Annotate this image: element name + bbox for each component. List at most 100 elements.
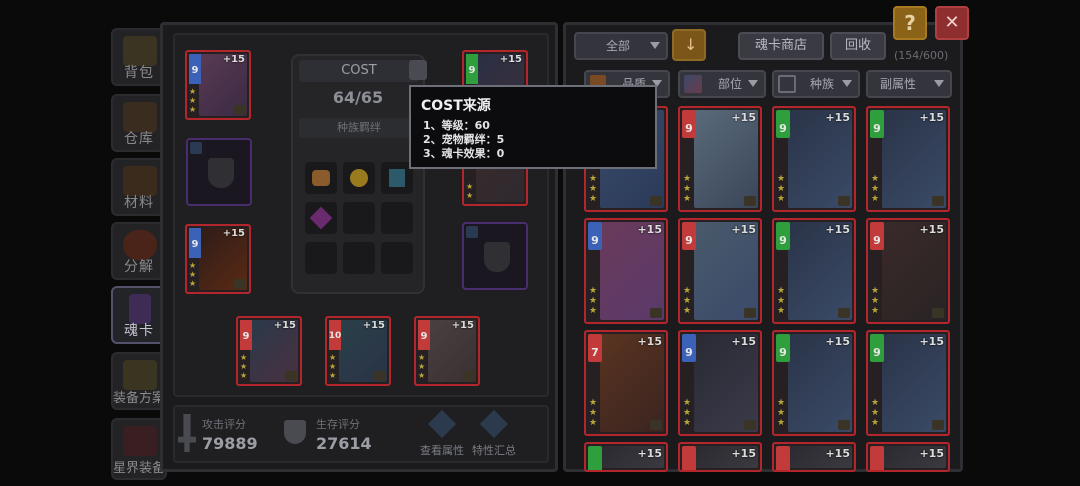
- card-plus: +15: [825, 223, 850, 236]
- tooltip-title: COST来源: [421, 98, 491, 114]
- slot-icon: [684, 75, 702, 93]
- card-stars: ★★★: [871, 174, 880, 204]
- equipped-card[interactable]: 9 +15 ★★★: [414, 316, 480, 386]
- card-plus: +15: [919, 223, 944, 236]
- bond-icon[interactable]: [343, 162, 375, 194]
- sidebar-item-label: 星界装备: [113, 461, 166, 476]
- soul-card-item[interactable]: 9 +15 ★ ★ ★: [772, 106, 856, 212]
- sidebar-item-equipment-plan[interactable]: 装备方案: [111, 352, 167, 410]
- shield-icon: [484, 242, 510, 272]
- trait-summary-label: 特性汇总: [472, 444, 516, 457]
- sort-button[interactable]: ↓: [672, 29, 706, 61]
- soul-card-item[interactable]: 9 +15 ★ ★ ★: [678, 218, 762, 324]
- card-plus: +15: [731, 447, 756, 460]
- bond-icon[interactable]: [305, 162, 337, 194]
- race-filter-dropdown[interactable]: 种族: [772, 70, 860, 98]
- soul-card-item[interactable]: 9 +15 ★ ★ ★: [584, 218, 668, 324]
- card-plus: +15: [919, 447, 944, 460]
- card-level: 9: [779, 122, 787, 135]
- soul-card-item[interactable]: +15: [678, 442, 762, 472]
- card-count: (154/600): [894, 49, 949, 62]
- diamond-icon: [427, 409, 457, 439]
- sidebar-item-warehouse[interactable]: 仓库: [111, 94, 167, 152]
- help-button[interactable]: ?: [893, 6, 927, 40]
- soul-card-item[interactable]: 7 +15 ★ ★ ★: [584, 330, 668, 436]
- soul-card-item[interactable]: +15: [772, 442, 856, 472]
- lock-icon: [838, 420, 850, 430]
- soul-card-item[interactable]: +15: [584, 442, 668, 472]
- soul-card-item[interactable]: 9 +15 ★ ★ ★: [772, 218, 856, 324]
- empty-card-slot[interactable]: [186, 138, 252, 206]
- card-stars: ★★★: [777, 174, 786, 204]
- soul-card-item[interactable]: 9 +15 ★ ★ ★: [866, 106, 950, 212]
- trait-summary-button[interactable]: 特性汇总: [472, 409, 518, 458]
- card-stars: ★★★: [189, 261, 197, 288]
- empty-bond-slot: [381, 242, 413, 274]
- sidebar-item-materials[interactable]: 材料: [111, 158, 167, 216]
- card-plus: +15: [919, 335, 944, 348]
- card-art: [882, 334, 946, 432]
- equipped-card[interactable]: 9 +15 ★★★: [185, 50, 251, 120]
- grid-icon: [778, 75, 796, 93]
- lock-icon: [744, 308, 756, 318]
- soul-card-item[interactable]: 9 +15 ★ ★ ★: [772, 330, 856, 436]
- card-plus: +15: [451, 320, 474, 331]
- lock-icon: [650, 196, 662, 206]
- cost-info-button[interactable]: [409, 60, 427, 80]
- equipped-card[interactable]: 9 +15 ★★★: [236, 316, 302, 386]
- recycle-button[interactable]: 回收: [830, 32, 886, 60]
- sidebar-item-backpack[interactable]: 背包: [111, 28, 167, 86]
- soul-card-item[interactable]: 9 +15 ★ ★ ★: [678, 106, 762, 212]
- empty-card-slot[interactable]: [462, 222, 528, 290]
- card-plus: +15: [731, 335, 756, 348]
- soul-card-shop-button[interactable]: 魂卡商店: [738, 32, 824, 60]
- card-art: [694, 222, 758, 320]
- soul-card-item[interactable]: +15: [866, 442, 950, 472]
- filter-label: 种族: [810, 77, 835, 91]
- card-stars: ★★★: [871, 398, 880, 428]
- equipped-card[interactable]: 10 +15 ★ ★ ★: [325, 316, 391, 386]
- bond-label: 种族羁绊: [299, 118, 419, 138]
- sidebar-item-label: 材料: [124, 195, 154, 211]
- lock-icon: [744, 196, 756, 206]
- view-attributes-button[interactable]: 查看属性: [420, 409, 466, 458]
- card-plus: +15: [637, 335, 662, 348]
- card-level: 9: [873, 234, 881, 247]
- card-stars: ★★★: [777, 286, 786, 316]
- card-level: 9: [685, 234, 693, 247]
- lock-icon: [744, 420, 756, 430]
- card-art: [694, 110, 758, 208]
- lock-icon: [234, 105, 246, 115]
- equipped-card[interactable]: 9 +15 ★★★: [185, 224, 251, 294]
- close-button[interactable]: ✕: [935, 6, 969, 40]
- card-level: 9: [468, 65, 476, 76]
- card-art: [694, 334, 758, 432]
- bond-icon[interactable]: [305, 202, 337, 234]
- lock-icon: [463, 371, 475, 381]
- level-badge: [682, 446, 696, 470]
- soul-card-item[interactable]: 9 +15 ★ ★ ★: [866, 218, 950, 324]
- sidebar-item-decompose[interactable]: 分解: [111, 222, 167, 280]
- card-plus: +15: [362, 320, 385, 331]
- lock-icon: [838, 308, 850, 318]
- sidebar-item-soul-card[interactable]: 魂卡: [111, 286, 167, 344]
- equipment-plan-icon: [123, 360, 157, 390]
- card-stars: ★★★: [683, 174, 692, 204]
- filter-all-dropdown[interactable]: 全部: [574, 32, 668, 60]
- soul-card-item[interactable]: 9 +15 ★ ★ ★: [866, 330, 950, 436]
- card-level: 9: [191, 239, 199, 250]
- card-stars: ★★★: [589, 286, 598, 316]
- sidebar-item-astral-equipment[interactable]: 星界装备: [111, 418, 167, 480]
- soul-card-item[interactable]: 9 +15 ★ ★ ★: [678, 330, 762, 436]
- slot-type-icon: [190, 142, 202, 154]
- slot-filter-dropdown[interactable]: 部位: [678, 70, 766, 98]
- filter-label: 部位: [718, 77, 743, 91]
- sidebar-item-label: 背包: [124, 65, 154, 81]
- card-stars: ★★★: [683, 286, 692, 316]
- survive-score-label: 生存评分: [316, 418, 360, 431]
- card-art: [882, 222, 946, 320]
- card-plus: +15: [637, 447, 662, 460]
- card-art: [600, 334, 664, 432]
- lock-icon: [650, 308, 662, 318]
- sub-attribute-filter-dropdown[interactable]: 副属性: [866, 70, 952, 98]
